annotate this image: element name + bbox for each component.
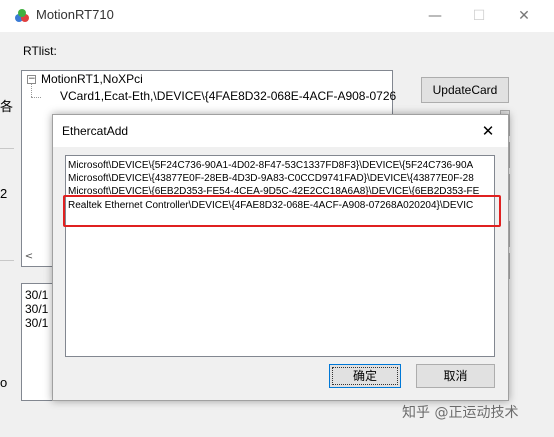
- log-line: 30/1: [25, 302, 49, 316]
- window-title: MotionRT710: [36, 7, 114, 22]
- list-item[interactable]: Microsoft\DEVICE\{5F24C736-90A1-4D02-8F4…: [68, 159, 494, 172]
- app-icon: [15, 9, 29, 22]
- left-edge-glyph-bottom: o: [0, 375, 8, 390]
- dialog-title-bar: EthercatAdd ✕: [53, 115, 508, 147]
- ethercat-add-dialog: EthercatAdd ✕ Microsoft\DEVICE\{5F24C736…: [52, 114, 509, 401]
- left-edge-divider: [0, 148, 14, 149]
- dialog-title: EthercatAdd: [62, 124, 129, 138]
- close-button[interactable]: ✕: [513, 6, 535, 26]
- scroll-left-arrow-icon[interactable]: <: [22, 250, 36, 264]
- rtlist-label: RTlist:: [23, 44, 57, 58]
- left-edge-glyph-mid: 2: [0, 186, 8, 201]
- left-edge-glyph-top: 各: [0, 99, 14, 114]
- left-edge-divider: [0, 260, 14, 261]
- tree-node-vcard[interactable]: VCard1,Ecat-Eth,\DEVICE\{4FAE8D32-068E-4…: [60, 89, 396, 103]
- log-line: 30/1: [25, 288, 49, 302]
- log-line: 30/1: [25, 316, 49, 330]
- tree-connector: [31, 97, 41, 98]
- highlight-annotation: [63, 195, 501, 227]
- tree-node-root[interactable]: MotionRT1,NoXPci: [41, 72, 143, 86]
- cancel-button[interactable]: 取消: [416, 364, 495, 388]
- minimize-button[interactable]: —: [424, 6, 446, 26]
- focus-rect: [332, 367, 398, 385]
- update-card-button[interactable]: UpdateCard: [421, 77, 509, 103]
- device-list[interactable]: Microsoft\DEVICE\{5F24C736-90A1-4D02-8F4…: [65, 155, 495, 357]
- tree-collapse-icon[interactable]: −: [27, 75, 36, 84]
- maximize-button[interactable]: ☐: [468, 6, 490, 26]
- dialog-close-icon[interactable]: ✕: [477, 121, 499, 141]
- watermark: 知乎 @正运动技术: [402, 405, 519, 421]
- title-bar: MotionRT710 — ☐ ✕: [0, 0, 554, 32]
- ok-button[interactable]: 确定: [329, 364, 401, 388]
- list-item[interactable]: Microsoft\DEVICE\{43877E0F-28EB-4D3D-9A8…: [68, 172, 494, 185]
- tree-connector: [31, 84, 32, 97]
